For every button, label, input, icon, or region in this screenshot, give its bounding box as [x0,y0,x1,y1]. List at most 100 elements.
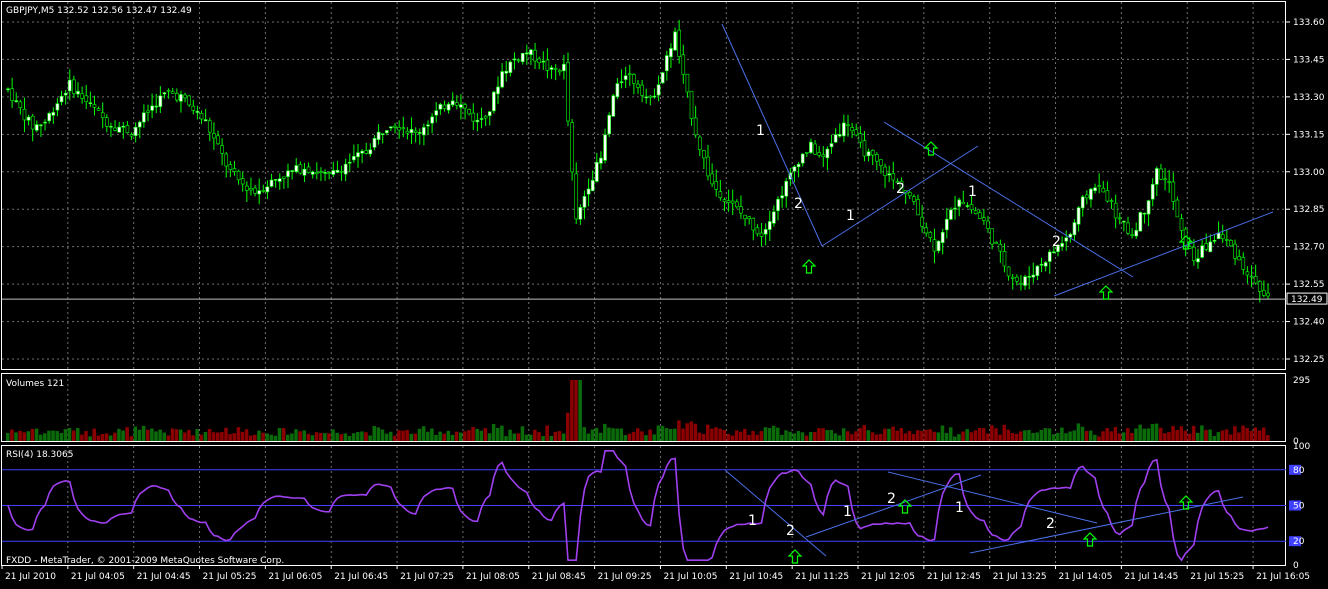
candle-body [516,59,521,62]
price-tick-label: 132.55 [1293,280,1325,290]
volume-bar [1072,430,1076,441]
volume-bar [174,429,179,441]
volume-bar [467,430,471,441]
time-label: 21 Jul 14:45 [1124,572,1178,582]
volume-bar [1031,432,1035,441]
volume-bar [780,434,784,441]
price-tick-label: 133.00 [1293,168,1325,178]
time-label: 21 Jul 11:25 [795,572,849,582]
candle-body [821,154,826,157]
candle-body [401,127,406,130]
volume-bar [1113,427,1118,441]
volume-bar [104,433,109,441]
candle-body [660,72,665,84]
candle-body [240,178,245,185]
candle-body [940,231,945,243]
volume-bar [137,429,142,441]
candle-body [228,164,233,170]
chart-window[interactable]: GBPJPY,M5 132.52 132.56 132.47 132.49 Vo… [0,0,1328,585]
volume-bar [1121,432,1126,441]
volume-bar [636,428,640,441]
volume-bar [520,426,525,441]
rsi-tick-label: 20 [1293,537,1305,547]
candle-body [837,134,842,137]
candle-body [1171,181,1176,202]
candle-body [142,112,146,123]
volume-bar [38,434,43,441]
candle-body [512,58,517,61]
candle-body [487,111,492,116]
candle-body [586,188,591,195]
candle-body [282,176,286,179]
time-label: 21 Jul 06:05 [268,572,322,582]
volume-bar [998,434,1002,441]
time-label: 21 Jul 05:25 [203,572,257,582]
signal-arrows [787,141,1194,564]
volume-bar [491,424,496,441]
candle-body [998,244,1003,252]
candle-body [1196,258,1200,263]
volume-bar [1043,428,1048,441]
volume-bar [677,420,681,441]
candle-body [380,133,385,135]
candle-body [582,196,587,208]
volume-bar [512,433,516,441]
time-label: 21 Jul 14:05 [1059,572,1113,582]
volume-bar [22,432,26,441]
volume-bar [343,433,348,441]
volume-bar [458,432,463,441]
volume-bar [759,431,764,441]
volume-bar [1080,426,1085,441]
volume-bar [360,431,364,441]
volume-bar [734,430,739,441]
candle-body [685,73,690,93]
volume-bar [47,430,51,441]
candle-body [1035,265,1040,277]
price-trendline [1053,211,1274,297]
volume-bar [133,426,138,441]
candle-body [553,68,558,70]
candle-body [1060,243,1064,247]
volume-bar [1253,427,1258,441]
chart-canvas[interactable]: GBPJPY,M5 132.52 132.56 132.47 132.49 Vo… [0,0,1328,585]
volume-bar [899,428,904,441]
volume-bar [697,432,702,441]
candle-body [858,133,863,143]
candle-body [1043,262,1048,267]
candle-body [1200,245,1204,258]
candle-body [907,192,912,197]
volume-bar [887,428,891,441]
symbol-info: GBPJPY,M5 132.52 132.56 132.47 132.49 [6,6,192,16]
rsi-tick-label: 80 [1293,466,1305,476]
volume-bar [714,427,718,441]
candle-body [434,110,439,116]
time-label: 21 Jul 07:25 [400,572,454,582]
volume-bar [496,427,500,441]
candle-body [1220,234,1225,240]
volume-bar [570,380,574,441]
candle-body [875,154,879,162]
candle-body [117,126,121,133]
candle-body [224,153,229,167]
candle-body [665,55,669,72]
candle-body [607,114,611,135]
volume-bar [141,425,146,441]
volume-bar [837,435,842,441]
candle-body [1237,256,1241,261]
volume-bar [1167,432,1171,441]
volume-bar [1138,424,1142,441]
volume-bar [1093,434,1097,441]
volume-bar [1212,436,1216,441]
candle-body [1159,168,1163,180]
volume-bar [43,433,47,441]
candle-body [627,73,632,76]
candle-body [203,119,208,122]
volume-bar [1150,424,1155,441]
candle-body [236,170,241,181]
volume-bar [286,434,290,441]
candle-body [739,206,743,214]
volume-bar [701,433,706,441]
rsi-annotation-6: 2 [1046,516,1055,532]
candle-body [207,120,212,133]
volume-bar [858,428,862,441]
